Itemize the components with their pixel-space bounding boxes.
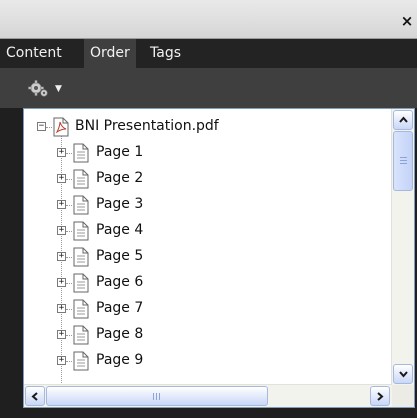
- tree-item-page-6[interactable]: + Page 6: [24, 270, 392, 296]
- scroll-right-button[interactable]: [370, 386, 390, 406]
- page-icon: [73, 169, 89, 189]
- tree-item-page-4[interactable]: + Page 4: [24, 218, 392, 244]
- tab-order[interactable]: Order: [84, 39, 136, 68]
- tree-connector: [66, 205, 72, 206]
- order-panel: × Content Order Tags ▼ − BNI Presentatio…: [0, 0, 417, 418]
- scroll-grip: [159, 393, 160, 400]
- page-icon: [73, 221, 89, 241]
- tree-connector: [66, 179, 72, 180]
- tree-item-page-9[interactable]: + Page 9: [24, 348, 392, 374]
- tree-item-page-5[interactable]: + Page 5: [24, 244, 392, 270]
- scroll-grip: [400, 157, 407, 158]
- chevron-down-icon: ▼: [55, 84, 62, 94]
- horizontal-scrollbar[interactable]: [24, 384, 392, 407]
- tree-root-item[interactable]: − BNI Presentation.pdf: [24, 114, 392, 140]
- scroll-down-button[interactable]: [393, 364, 413, 384]
- tree-connector: [66, 283, 72, 284]
- tree-item-label: Page 8: [96, 326, 144, 342]
- tree-item-label: Page 4: [96, 222, 144, 238]
- tree-item-label: Page 2: [96, 170, 144, 186]
- scroll-grip: [156, 393, 157, 400]
- expand-toggle[interactable]: +: [57, 148, 66, 157]
- horizontal-scroll-thumb[interactable]: [46, 386, 268, 406]
- chevron-left-icon: [31, 392, 38, 401]
- scroll-left-button[interactable]: [25, 386, 45, 406]
- tree-item-page-7[interactable]: + Page 7: [24, 296, 392, 322]
- expand-toggle[interactable]: +: [57, 174, 66, 183]
- tree-item-page-8[interactable]: + Page 8: [24, 322, 392, 348]
- page-icon: [73, 299, 89, 319]
- tree-item-label: Page 9: [96, 352, 144, 368]
- chevron-up-icon: [399, 116, 408, 123]
- tree-connector: [66, 153, 72, 154]
- page-icon: [73, 351, 89, 371]
- scroll-up-button[interactable]: [393, 110, 413, 130]
- scroll-grip: [400, 160, 407, 161]
- tree-item-label: Page 3: [96, 196, 144, 212]
- page-icon: [73, 273, 89, 293]
- expand-toggle[interactable]: +: [57, 278, 66, 287]
- scroll-grip: [153, 393, 154, 400]
- tab-bar: Content Order Tags: [0, 39, 417, 68]
- tree-item-page-2[interactable]: + Page 2: [24, 166, 392, 192]
- panel-titlebar: ×: [0, 0, 417, 39]
- tree-item-label: Page 5: [96, 248, 144, 264]
- page-icon: [73, 247, 89, 267]
- options-menu-button[interactable]: ▼: [28, 79, 68, 99]
- collapse-toggle[interactable]: −: [37, 122, 46, 131]
- tree-item-label: BNI Presentation.pdf: [75, 118, 219, 134]
- expand-toggle[interactable]: +: [57, 304, 66, 313]
- tree-connector: [66, 231, 72, 232]
- gear-icon: [28, 80, 48, 97]
- tree-connector: [66, 335, 72, 336]
- tab-tags[interactable]: Tags: [144, 39, 187, 68]
- tree-item-label: Page 6: [96, 274, 144, 290]
- tree-connector: [66, 309, 72, 310]
- tree-item-page-3[interactable]: + Page 3: [24, 192, 392, 218]
- chevron-right-icon: [377, 392, 384, 401]
- expand-toggle[interactable]: +: [57, 200, 66, 209]
- expand-toggle[interactable]: +: [57, 356, 66, 365]
- vertical-scroll-thumb[interactable]: [393, 131, 413, 191]
- page-order-tree[interactable]: − BNI Presentation.pdf + Page 1 + Page 2…: [23, 108, 415, 408]
- page-icon: [73, 195, 89, 215]
- scrollbar-corner: [392, 385, 414, 407]
- pdf-file-icon: [53, 117, 69, 137]
- page-icon: [73, 325, 89, 345]
- panel-toolbar: ▼: [0, 68, 417, 108]
- tree-connector: [66, 361, 72, 362]
- expand-toggle[interactable]: +: [57, 330, 66, 339]
- expand-toggle[interactable]: +: [57, 226, 66, 235]
- close-button[interactable]: ×: [400, 14, 414, 29]
- page-icon: [73, 143, 89, 163]
- tree-connector: [66, 257, 72, 258]
- tree-item-page-1[interactable]: + Page 1: [24, 140, 392, 166]
- tab-content[interactable]: Content: [0, 39, 68, 68]
- tree-item-label: Page 1: [96, 144, 144, 160]
- scroll-grip: [400, 163, 407, 164]
- expand-toggle[interactable]: +: [57, 252, 66, 261]
- tree-item-label: Page 7: [96, 300, 144, 316]
- vertical-scrollbar[interactable]: [391, 109, 414, 385]
- chevron-down-icon: [399, 371, 408, 378]
- tree-content: − BNI Presentation.pdf + Page 1 + Page 2…: [24, 109, 392, 385]
